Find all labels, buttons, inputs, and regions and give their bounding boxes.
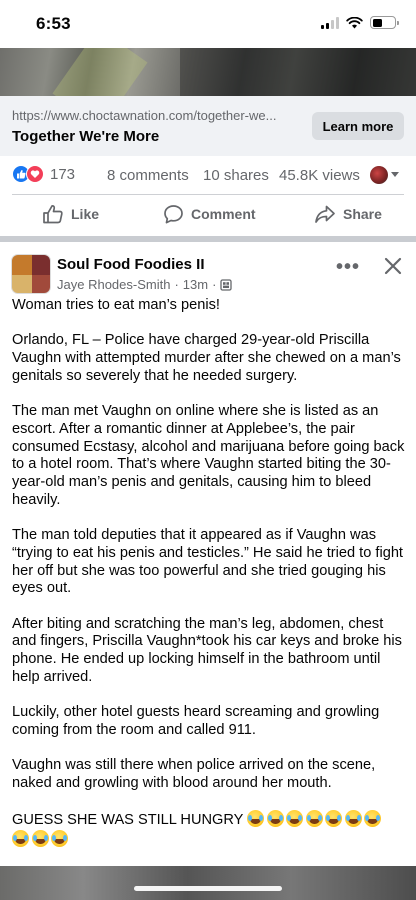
audience-group-icon — [220, 278, 233, 291]
shares-count[interactable]: 10 shares — [203, 167, 269, 184]
share-label: Share — [343, 206, 382, 222]
tears-of-joy-emoji-icon — [12, 829, 29, 847]
tears-of-joy-emoji-icon — [344, 810, 362, 828]
status-time: 6:53 — [36, 14, 71, 33]
reactions-summary[interactable]: 173 — [12, 165, 75, 183]
chevron-down-icon[interactable] — [391, 172, 399, 177]
link-title: Together We're More — [12, 128, 160, 145]
post-paragraph: Vaughn was still there when police arriv… — [12, 757, 376, 791]
comment-button[interactable]: Comment — [163, 204, 256, 224]
post-media-image[interactable] — [0, 48, 416, 96]
page-avatar[interactable] — [11, 254, 51, 294]
like-label: Like — [71, 206, 100, 222]
tears-of-joy-emoji-icon — [364, 810, 382, 828]
tears-of-joy-emoji-icon — [31, 829, 49, 847]
post-time[interactable]: 13m — [183, 277, 208, 292]
status-icons — [321, 16, 399, 29]
tears-of-joy-emoji-icon — [305, 810, 323, 828]
reactor-avatar[interactable] — [370, 166, 388, 184]
page-name[interactable]: Soul Food Foodies II — [57, 256, 205, 273]
tears-of-joy-emoji-icon — [286, 810, 304, 828]
post-action-bar: Like Comment Share — [0, 196, 416, 234]
post-paragraph: Orlando, FL – Police have charged 29-yea… — [12, 332, 401, 384]
post-header: Soul Food Foodies II Jaye Rhodes-Smith ·… — [0, 242, 416, 294]
post-text: Woman tries to eat man’s penis! Orlando,… — [12, 297, 407, 850]
next-post-media[interactable] — [0, 866, 416, 900]
author-name[interactable]: Jaye Rhodes-Smith — [57, 277, 170, 292]
more-options-button[interactable]: ••• — [336, 256, 360, 279]
closing-text: GUESS SHE WAS STILL HUNGRY — [12, 812, 244, 829]
link-url: https://www.choctawnation.com/together-w… — [12, 108, 277, 123]
home-indicator[interactable] — [134, 886, 282, 891]
comment-bubble-icon — [164, 205, 183, 224]
post-closing-line: GUESS SHE WAS STILL HUNGRY — [12, 810, 407, 849]
comment-label: Comment — [191, 206, 256, 222]
tears-of-joy-emoji-icon — [325, 810, 343, 828]
reaction-count: 173 — [50, 165, 76, 183]
post-paragraph: Luckily, other hotel guests heard scream… — [12, 704, 380, 738]
wifi-icon — [346, 16, 363, 28]
like-button[interactable]: Like — [42, 204, 99, 224]
meta-separator-2: · — [212, 277, 217, 292]
meta-separator: · — [174, 277, 179, 292]
post-paragraph: The man met Vaughn on online where she i… — [12, 403, 405, 508]
comments-count[interactable]: 8 comments — [107, 167, 189, 184]
cellular-signal-icon — [321, 16, 339, 29]
share-arrow-icon — [315, 205, 335, 223]
views-count: 45.8K views — [279, 167, 360, 184]
post-paragraph: After biting and scratching the man’s le… — [12, 615, 402, 685]
tears-of-joy-emoji-icon — [266, 810, 284, 828]
post-paragraph: The man told deputies that it appeared a… — [12, 527, 403, 597]
tears-of-joy-emoji-icon — [247, 810, 265, 828]
close-icon[interactable] — [381, 254, 405, 278]
learn-more-button[interactable]: Learn more — [312, 112, 404, 140]
battery-icon — [370, 16, 399, 29]
post-paragraph: Woman tries to eat man’s penis! — [12, 297, 220, 313]
status-bar: 6:53 — [0, 0, 416, 48]
love-reaction-icon — [26, 165, 44, 183]
thumbs-up-icon — [43, 205, 63, 224]
tears-of-joy-emoji-icon — [51, 829, 68, 847]
share-button[interactable]: Share — [314, 204, 382, 224]
post-meta: Jaye Rhodes-Smith · 13m · — [57, 277, 233, 292]
divider — [12, 194, 404, 195]
engagement-stats: 173 8 comments 10 shares 45.8K views — [0, 160, 416, 190]
